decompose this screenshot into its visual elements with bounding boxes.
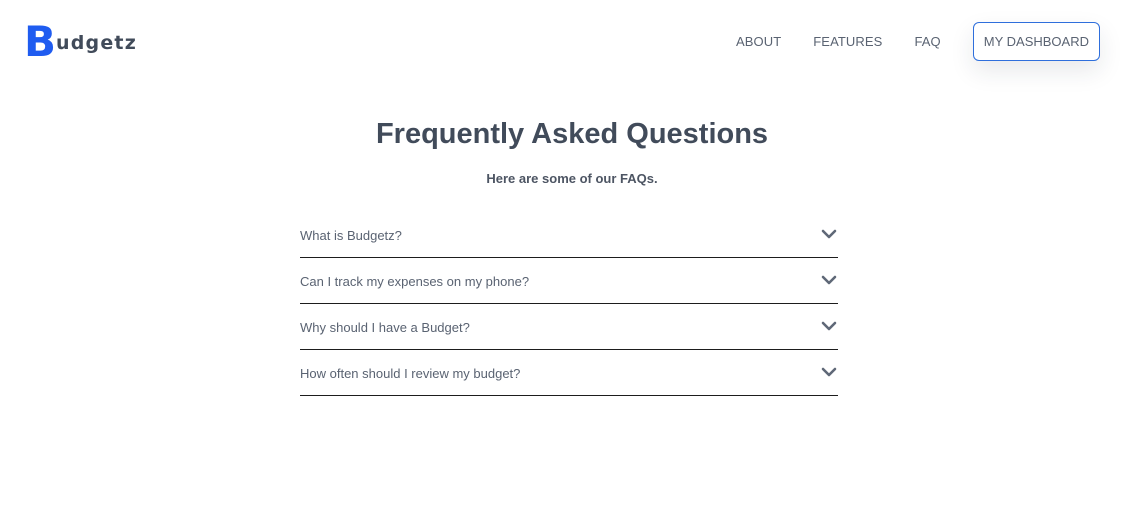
faq-question: What is Budgetz? <box>300 228 402 243</box>
logo-initial: B <box>24 17 56 66</box>
budgetz-logo[interactable]: B udgetz <box>24 17 137 66</box>
chevron-down-icon <box>821 275 837 285</box>
chevron-down-icon <box>821 229 837 239</box>
logo-wordmark: udgetz <box>56 32 137 54</box>
faq-page: B udgetz ABOUT FEATURES FAQ MY DASHBOARD… <box>0 0 1144 517</box>
page-subtitle: Here are some of our FAQs. <box>486 171 658 186</box>
faq-question: Can I track my expenses on my phone? <box>300 274 530 289</box>
main-nav: ABOUT FEATURES FAQ MY DASHBOARD <box>736 21 1100 62</box>
nav-faq-link[interactable]: FAQ <box>914 34 940 49</box>
faq-question: How often should I review my budget? <box>300 366 521 381</box>
faq-accordion: What is Budgetz? Can I track my expenses… <box>300 212 838 396</box>
chevron-down-icon <box>821 367 837 377</box>
faq-item[interactable]: Why should I have a Budget? <box>300 304 838 350</box>
nav-features-link[interactable]: FEATURES <box>813 34 882 49</box>
faq-item[interactable]: How often should I review my budget? <box>300 350 838 396</box>
nav-about-link[interactable]: ABOUT <box>736 34 781 49</box>
site-header: B udgetz ABOUT FEATURES FAQ MY DASHBOARD <box>0 0 1144 86</box>
faq-item[interactable]: Can I track my expenses on my phone? <box>300 258 838 304</box>
faq-question: Why should I have a Budget? <box>300 320 470 335</box>
chevron-down-icon <box>821 321 837 331</box>
faq-item[interactable]: What is Budgetz? <box>300 212 838 258</box>
my-dashboard-button[interactable]: MY DASHBOARD <box>972 22 1100 61</box>
page-title: Frequently Asked Questions <box>375 118 769 150</box>
